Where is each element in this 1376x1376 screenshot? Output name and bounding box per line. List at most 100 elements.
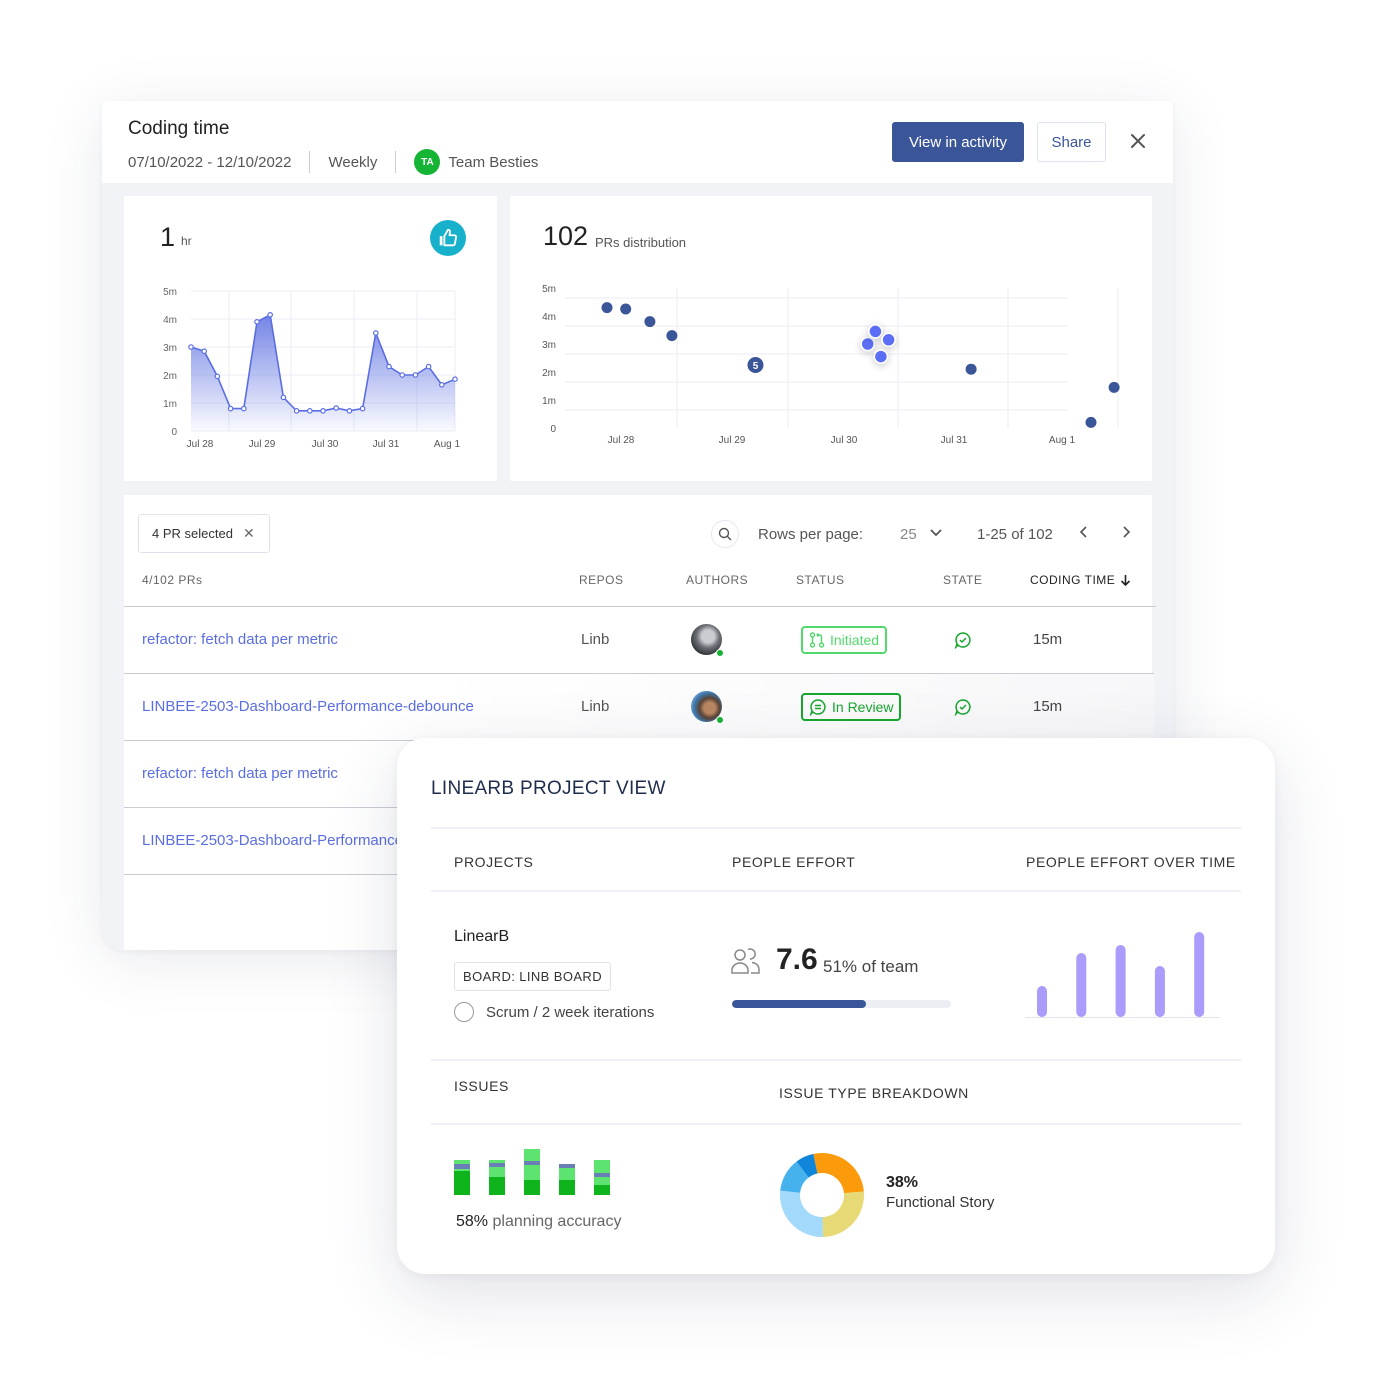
author-avatar[interactable] xyxy=(691,624,724,657)
iteration-cycle-icon xyxy=(454,1002,474,1022)
author-avatar[interactable] xyxy=(691,691,724,724)
issue-bar-segment-planned xyxy=(489,1160,505,1163)
pr-title-link[interactable]: LINBEE-2503-Dashboard-Performance-deboun… xyxy=(142,698,474,715)
window-title: Coding time xyxy=(128,118,230,139)
data-point xyxy=(452,376,458,383)
data-point xyxy=(241,405,247,412)
issue-breakdown-header: ISSUE TYPE BREAKDOWN xyxy=(779,1085,969,1101)
data-point xyxy=(399,372,406,378)
online-indicator xyxy=(716,649,724,657)
issues-stacked-chart xyxy=(454,1149,610,1195)
project-name[interactable]: LinearB xyxy=(454,928,509,946)
pagination-range: 1-25 of 102 xyxy=(977,526,1053,543)
board-tag[interactable]: BOARD: LINB BOARD xyxy=(454,962,611,991)
divider xyxy=(431,890,1241,892)
issue-bar-segment-planned xyxy=(454,1169,470,1171)
window-meta: 07/10/2022 - 12/10/2022 Weekly TA Team B… xyxy=(128,149,538,175)
previous-page-icon[interactable] xyxy=(1079,523,1089,544)
y-tick-label: 0 xyxy=(171,427,177,438)
data-point xyxy=(307,408,313,414)
team-name[interactable]: Team Besties xyxy=(448,154,538,171)
data-point xyxy=(293,408,300,414)
y-tick-label: 4m xyxy=(163,315,177,326)
selected-prs-label: 4 PR selected xyxy=(152,526,233,541)
data-point xyxy=(320,408,326,414)
y-tick-label: 0 xyxy=(550,424,556,435)
issue-bar-segment-carryover xyxy=(454,1164,470,1169)
column-repos[interactable]: REPOS xyxy=(579,573,624,587)
coding-time-chart: 0 1m 2m 3m 4m 5m Jul 28 Jul 29 Jul 30 Jul 31 Aug 1 xyxy=(163,287,460,450)
data-point xyxy=(188,344,194,350)
data-point xyxy=(438,382,445,388)
column-status[interactable]: STATUS xyxy=(796,573,845,587)
column-coding-time[interactable]: CODING TIME xyxy=(1030,573,1131,587)
clear-selection-icon[interactable]: ✕ xyxy=(243,525,255,542)
issue-bar-segment-carryover xyxy=(559,1164,575,1168)
table-row[interactable]: LINBEE-2503-Dashboard-Performance-deboun… xyxy=(124,674,1154,741)
issue-bar-segment-carryover xyxy=(524,1161,540,1165)
data-point xyxy=(346,408,353,414)
status-label: In Review xyxy=(832,699,894,715)
people-effort-value: 7.6 xyxy=(776,943,818,976)
pr-title-link[interactable]: refactor: fetch data per metric xyxy=(142,631,338,648)
rows-per-page-select[interactable]: 25 xyxy=(900,526,917,543)
close-icon[interactable] xyxy=(1126,129,1150,153)
issue-bar-segment-done xyxy=(594,1185,610,1195)
pr-title-link[interactable]: refactor: fetch data per metric xyxy=(142,765,338,782)
next-page-icon[interactable] xyxy=(1121,523,1131,544)
breakdown-percent: 38% xyxy=(886,1174,919,1191)
data-point xyxy=(214,373,221,380)
period-selector[interactable]: Weekly xyxy=(328,154,377,171)
issues-header: ISSUES xyxy=(454,1078,509,1094)
iteration-label: Scrum / 2 week iterations xyxy=(486,1003,655,1021)
search-icon[interactable] xyxy=(711,520,739,548)
divider xyxy=(431,827,1241,829)
column-state[interactable]: STATE xyxy=(943,573,982,587)
sort-descending-icon xyxy=(1121,575,1131,586)
x-tick-label: Jul 29 xyxy=(719,435,746,446)
pull-request-icon xyxy=(809,632,825,648)
x-tick-label: Jul 28 xyxy=(608,435,635,446)
selected-point xyxy=(868,324,883,339)
y-tick-label: 3m xyxy=(163,343,177,354)
people-icon xyxy=(731,947,761,980)
divider xyxy=(431,1123,1241,1125)
status-badge: In Review xyxy=(801,693,902,721)
column-authors[interactable]: AUTHORS xyxy=(686,573,748,587)
status-label: Initiated xyxy=(830,632,880,648)
issue-bar-segment-planned xyxy=(594,1177,610,1185)
donut-slice xyxy=(780,1190,823,1237)
pr-count-label: 4/102 PRs xyxy=(142,573,203,587)
issue-bar-segment-planned xyxy=(524,1165,540,1180)
chevron-down-icon[interactable] xyxy=(930,526,942,540)
y-tick-label: 1m xyxy=(163,399,177,410)
share-button[interactable]: Share xyxy=(1037,122,1106,162)
divider xyxy=(309,151,311,173)
selected-prs-chip[interactable]: 4 PR selected ✕ xyxy=(138,514,270,553)
data-point xyxy=(1108,381,1120,393)
rows-per-page-label: Rows per page: xyxy=(758,526,864,543)
people-effort-header: PEOPLE EFFORT xyxy=(732,854,856,870)
coding-time-card: 1 hr 0 1m 2m 3m 4m 5m Jul 28 Jul 29 Jul 30 Jul 31… xyxy=(124,196,497,481)
issue-type-donut xyxy=(780,1153,864,1237)
table-row[interactable]: refactor: fetch data per metric Linb Ini… xyxy=(124,607,1154,674)
selected-point xyxy=(881,332,896,348)
issue-bar-segment-done xyxy=(559,1180,575,1195)
project-view-title: LINEARB PROJECT VIEW xyxy=(431,778,666,799)
planning-accuracy-value: 58% xyxy=(456,1213,489,1230)
issue-bar-segment-carryover xyxy=(594,1173,610,1177)
iteration-info: Scrum / 2 week iterations xyxy=(454,1002,654,1022)
data-point xyxy=(412,372,419,378)
approved-chat-icon xyxy=(954,698,972,721)
x-tick-label: Jul 29 xyxy=(249,439,276,450)
date-range[interactable]: 07/10/2022 - 12/10/2022 xyxy=(128,154,291,171)
x-tick-label: Jul 28 xyxy=(187,439,214,450)
data-point xyxy=(386,363,392,370)
issue-bar-segment-done xyxy=(454,1171,470,1195)
view-in-activity-button[interactable]: View in activity xyxy=(892,122,1024,162)
project-view-card: LINEARB PROJECT VIEW PROJECTS PEOPLE EFF… xyxy=(397,738,1275,1274)
data-point xyxy=(373,330,379,336)
x-tick-label: Jul 31 xyxy=(941,435,968,446)
data-point xyxy=(359,405,366,412)
effort-bar xyxy=(1154,966,1165,1017)
